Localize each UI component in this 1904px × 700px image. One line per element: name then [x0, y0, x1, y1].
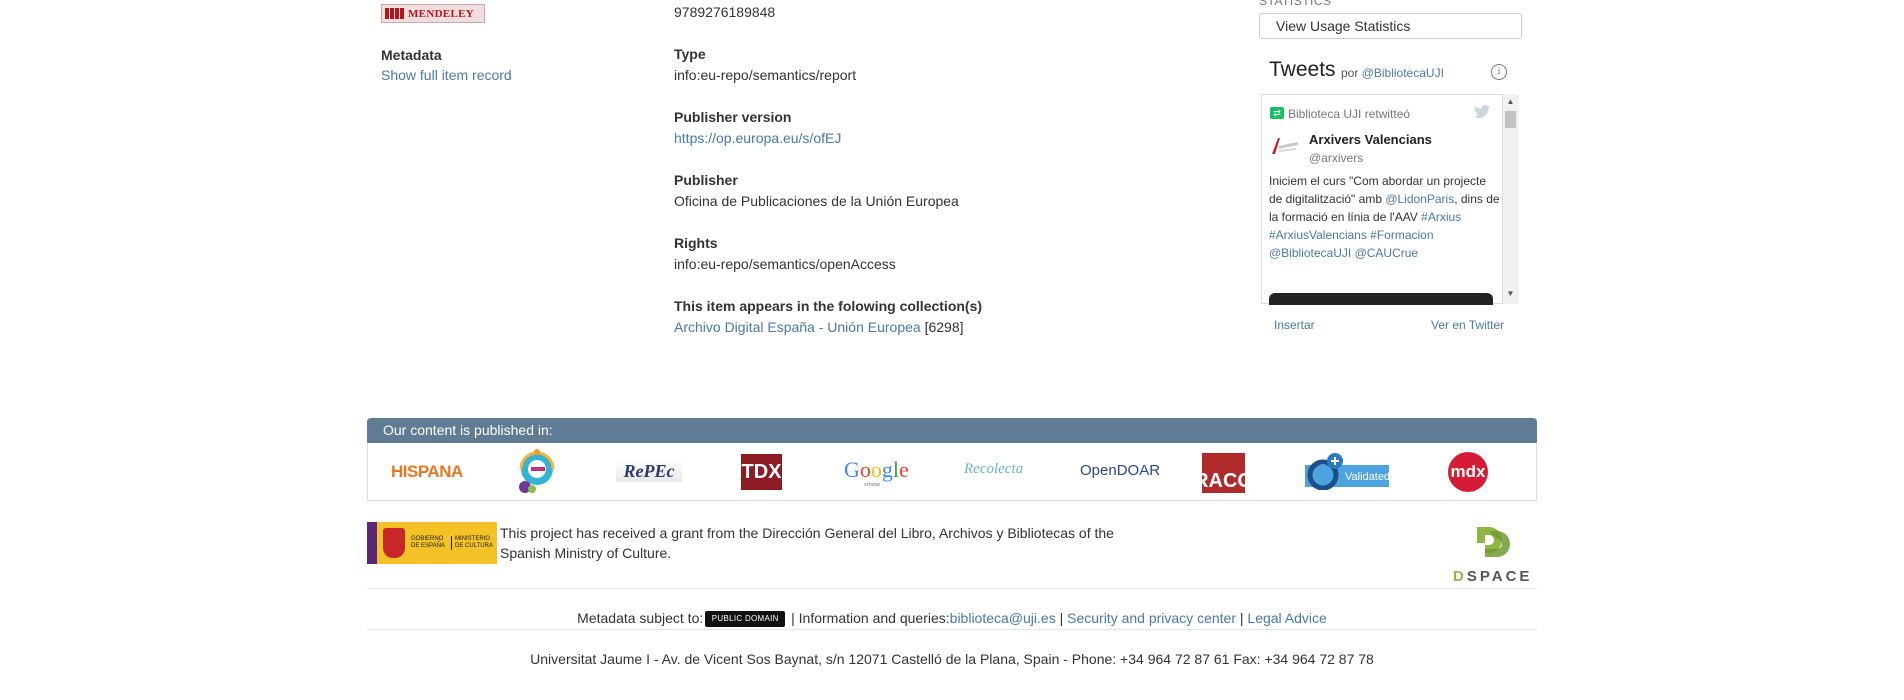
hashtag-link[interactable]: #Formacion: [1370, 228, 1433, 242]
grant-text: This project has received a grant from t…: [500, 525, 1114, 561]
metadata-license-line: Metadata subject to: PUBLIC DOMAIN | Info…: [367, 610, 1537, 628]
view-usage-statistics-button[interactable]: View Usage Statistics: [1259, 13, 1522, 39]
gobierno-text: GOBIERNO DE ESPAÑA: [411, 536, 445, 549]
isbn-value: 9789276189848: [674, 4, 776, 20]
recercat-logo[interactable]: [513, 447, 555, 495]
dspace-icon[interactable]: [1475, 525, 1511, 559]
statistics-heading: STATISTICS: [1259, 0, 1332, 8]
opendoar-logo[interactable]: OpenDOAR: [1080, 462, 1160, 479]
published-in-heading: Our content is published in:: [367, 418, 1537, 443]
separator: |: [1055, 610, 1068, 626]
collections-label: This item appears in the folowing collec…: [674, 298, 983, 314]
publisher-label: Publisher: [674, 172, 738, 188]
insertar-link[interactable]: Insertar: [1274, 318, 1315, 332]
openaire-validated-logo[interactable]: Validated: [1305, 453, 1391, 490]
mendeley-logo[interactable]: MENDELEY: [381, 4, 485, 23]
coat-of-arms-icon: [383, 528, 405, 558]
arxivers-avatar[interactable]: [1270, 136, 1298, 156]
google-scholar-logo[interactable]: Google scholar: [844, 457, 909, 488]
footer-divider: [367, 629, 1537, 630]
ver-en-twitter-link[interactable]: Ver en Twitter: [1431, 318, 1504, 332]
mendeley-icon: [385, 8, 404, 19]
google-logo-text: Google: [844, 457, 909, 482]
raco-logo[interactable]: RACO: [1194, 453, 1253, 493]
mention-link[interactable]: @CAUCrue: [1355, 246, 1419, 260]
account-handle[interactable]: @arxivers: [1309, 151, 1363, 165]
ministerio-text: MINISTERIO DE CULTURA: [451, 536, 493, 550]
collection-link[interactable]: Archivo Digital España - Unión Europea: [674, 319, 921, 335]
hispana-logo[interactable]: HISPANA: [391, 462, 463, 482]
legal-advice-link[interactable]: Legal Advice: [1247, 610, 1326, 626]
tweets-handle-link[interactable]: @BibliotecaUJI: [1362, 66, 1444, 80]
security-privacy-link[interactable]: Security and privacy center: [1067, 610, 1236, 626]
scroll-thumb[interactable]: [1505, 111, 1516, 128]
mention-link[interactable]: @LidonParis: [1385, 192, 1454, 206]
info-queries-text: | Information and queries:: [787, 610, 950, 626]
mdx-logo[interactable]: mdx: [1448, 452, 1488, 492]
recolecta-logo[interactable]: Recolecta: [964, 461, 1023, 478]
metadata-label: Metadata: [381, 47, 442, 63]
repec-logo[interactable]: RePEc: [616, 460, 682, 482]
dspace-logo-text[interactable]: DSPACE: [1453, 568, 1532, 585]
retweet-text: Biblioteca UJI retwitteó: [1288, 107, 1411, 121]
tweet-text: Iniciem el curs "Com abordar un projecte…: [1269, 172, 1501, 262]
metadata-subject-text: Metadata subject to:: [577, 610, 704, 626]
tweets-por: por: [1341, 66, 1359, 80]
twitter-bird-icon[interactable]: [1474, 104, 1490, 121]
flag-stripe: [367, 522, 377, 564]
scroll-up-arrow-icon[interactable]: ▲: [1505, 97, 1516, 106]
dspace-rest: SPACE: [1466, 568, 1533, 585]
scroll-down-arrow-icon[interactable]: ▼: [1505, 289, 1516, 298]
type-label: Type: [674, 46, 706, 62]
retweet-icon: ⇄: [1270, 107, 1284, 119]
publisher-value: Oficina de Publicaciones de la Unión Eur…: [674, 193, 959, 209]
tweets-by: por @BibliotecaUJI: [1341, 66, 1444, 80]
tweets-title: Tweets: [1269, 58, 1336, 81]
account-name[interactable]: Arxivers Valencians: [1309, 132, 1432, 147]
show-full-record-link[interactable]: Show full item record: [381, 67, 512, 83]
publisher-version-label: Publisher version: [674, 109, 792, 125]
footer-divider: [367, 588, 1537, 589]
email-link[interactable]: biblioteca@uji.es: [950, 610, 1056, 626]
google-scholar-sub: scholar: [864, 482, 881, 488]
info-icon[interactable]: i: [1491, 64, 1507, 80]
publisher-version-link[interactable]: https://op.europa.eu/s/ofEJ: [674, 130, 841, 146]
tweet-media-preview[interactable]: [1269, 293, 1493, 305]
collection-count: [6298]: [924, 319, 964, 335]
gobierno-espana-logo[interactable]: GOBIERNO DE ESPAÑA MINISTERIO DE CULTURA: [367, 522, 497, 564]
address-line: Universitat Jaume I - Av. de Vicent Sos …: [530, 651, 1374, 667]
dspace-d: D: [1453, 568, 1467, 585]
hashtag-link[interactable]: #Arxius: [1421, 210, 1461, 224]
hashtag-link[interactable]: #ArxiusValencians: [1269, 228, 1367, 242]
mendeley-logo-text: MENDELEY: [408, 7, 474, 20]
tdx-logo[interactable]: TDX: [741, 454, 782, 490]
type-value: info:eu-repo/semantics/report: [674, 67, 857, 83]
rights-label: Rights: [674, 235, 718, 251]
public-domain-badge[interactable]: PUBLIC DOMAIN: [705, 611, 786, 628]
separator: |: [1235, 610, 1248, 626]
collection-entry: Archivo Digital España - Unión Europea […: [674, 319, 964, 335]
rights-value: info:eu-repo/semantics/openAccess: [674, 256, 896, 272]
validated-text: Validated: [1345, 471, 1391, 483]
mention-link[interactable]: @BibliotecaUJI: [1269, 246, 1351, 260]
